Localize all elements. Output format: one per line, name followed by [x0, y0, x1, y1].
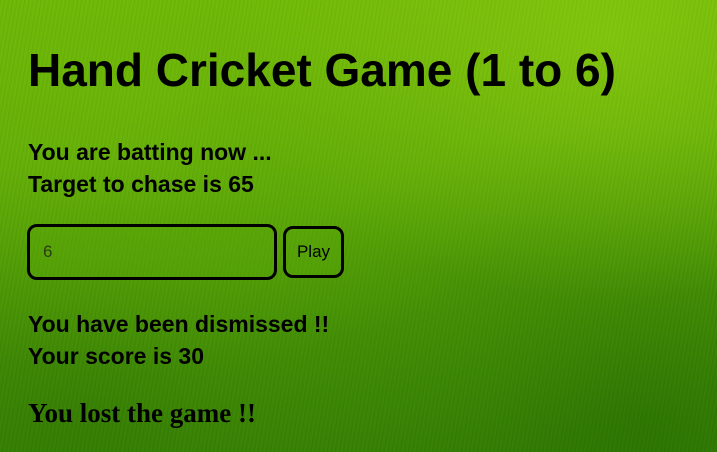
number-input[interactable] [27, 224, 277, 280]
batting-status: You are batting now ... Target to chase … [28, 136, 272, 200]
play-button[interactable]: Play [283, 226, 344, 278]
batting-status-text: You are batting now ... [28, 139, 272, 165]
target-text: Target to chase is 65 [28, 171, 254, 197]
play-controls: Play [27, 224, 344, 280]
round-result: You have been dismissed !! Your score is… [28, 308, 329, 372]
score-text: Your score is 30 [28, 343, 204, 369]
dismissed-text: You have been dismissed !! [28, 311, 330, 337]
game-result-message: You lost the game !! [28, 398, 256, 428]
game-page: { "game": { "title": "Hand Cricket Game … [0, 0, 717, 452]
page-title: Hand Cricket Game (1 to 6) [28, 44, 616, 96]
